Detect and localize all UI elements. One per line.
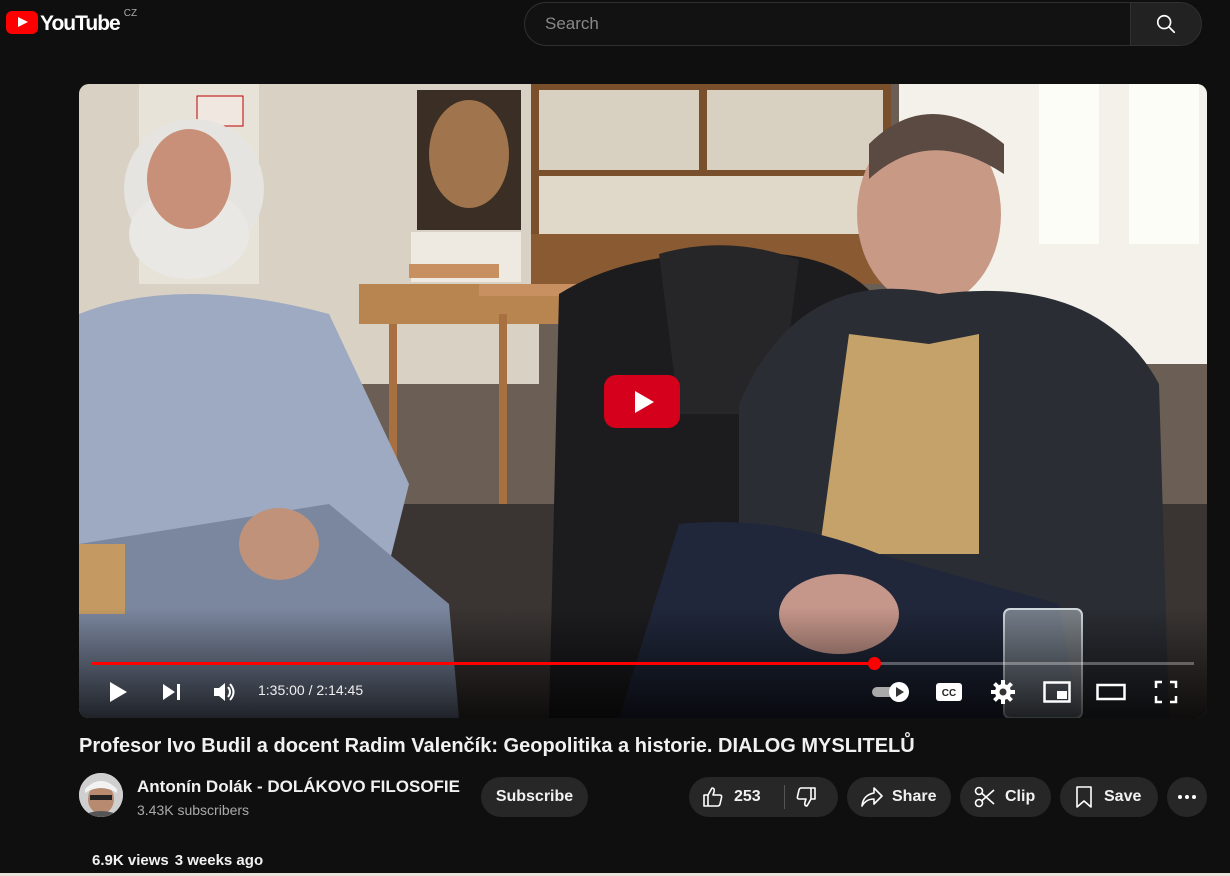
play-button[interactable]: [107, 678, 129, 706]
channel-name[interactable]: Antonín Dolák - DOLÁKOVO FILOSOFIE: [137, 777, 460, 797]
fullscreen-icon: [1154, 680, 1178, 704]
current-time: 1:35:00: [258, 682, 305, 698]
fullscreen-button[interactable]: [1153, 678, 1179, 706]
video-title: Profesor Ivo Budil a docent Radim Valenč…: [79, 735, 915, 757]
save-label: Save: [1104, 788, 1142, 805]
like-button[interactable]: 253: [701, 785, 761, 809]
progress-bar[interactable]: [92, 657, 1194, 670]
miniplayer-icon: [1043, 681, 1071, 703]
like-count: 253: [734, 788, 761, 805]
play-icon: [110, 682, 127, 702]
next-button[interactable]: [161, 678, 183, 706]
video-metadata: 6.9K views 3 weeks ago: [92, 852, 269, 869]
cc-icon: CC: [936, 683, 962, 701]
share-label: Share: [892, 788, 937, 805]
theater-mode-button[interactable]: [1096, 678, 1126, 706]
share-icon: [861, 787, 883, 807]
youtube-logo[interactable]: YouTube CZ: [6, 8, 138, 37]
avatar-image: [79, 773, 123, 817]
next-icon: [163, 684, 180, 700]
like-divider: [784, 785, 785, 809]
large-play-button[interactable]: [604, 375, 680, 428]
like-dislike-group: 253: [689, 777, 838, 817]
volume-icon: [214, 683, 235, 701]
more-icon: [1178, 795, 1196, 799]
logo-text: YouTube: [40, 12, 121, 35]
country-code: CZ: [123, 8, 138, 19]
thumbs-down-icon: [796, 787, 816, 807]
video-player[interactable]: 1:35:00 / 2:14:45 CC: [79, 84, 1207, 718]
autoplay-icon: [872, 682, 909, 702]
search-box: [524, 2, 1130, 46]
channel-avatar[interactable]: [79, 773, 123, 817]
save-button[interactable]: Save: [1060, 777, 1158, 817]
time-separator: /: [304, 682, 317, 698]
search-button[interactable]: [1130, 2, 1202, 46]
youtube-play-icon: [6, 11, 38, 34]
settings-button[interactable]: [989, 678, 1017, 706]
search-bar: [524, 2, 1202, 46]
more-actions-button[interactable]: [1167, 777, 1207, 817]
volume-button[interactable]: [212, 678, 238, 706]
time-display: 1:35:00 / 2:14:45: [258, 682, 363, 698]
progress-played: [92, 662, 875, 665]
svg-text:CC: CC: [942, 688, 956, 699]
autoplay-toggle[interactable]: [871, 678, 911, 706]
search-icon: [1156, 14, 1176, 34]
theater-icon: [1096, 683, 1126, 701]
thumbs-up-icon: [703, 787, 723, 807]
subtitles-button[interactable]: CC: [934, 678, 964, 706]
search-input[interactable]: [543, 13, 1130, 35]
upload-age: 3 weeks ago: [174, 852, 264, 869]
gear-icon: [991, 680, 1015, 704]
subscriber-count: 3.43K subscribers: [137, 802, 250, 818]
subscribe-button[interactable]: Subscribe: [481, 777, 588, 817]
share-button[interactable]: Share: [847, 777, 951, 817]
view-count: 6.9K views: [92, 852, 169, 869]
dislike-button[interactable]: [794, 785, 818, 809]
miniplayer-button[interactable]: [1042, 678, 1072, 706]
duration: 2:14:45: [316, 682, 364, 698]
scissors-icon: [974, 786, 995, 808]
bookmark-icon: [1076, 786, 1092, 808]
clip-button[interactable]: Clip: [960, 777, 1051, 817]
clip-label: Clip: [1005, 788, 1036, 805]
